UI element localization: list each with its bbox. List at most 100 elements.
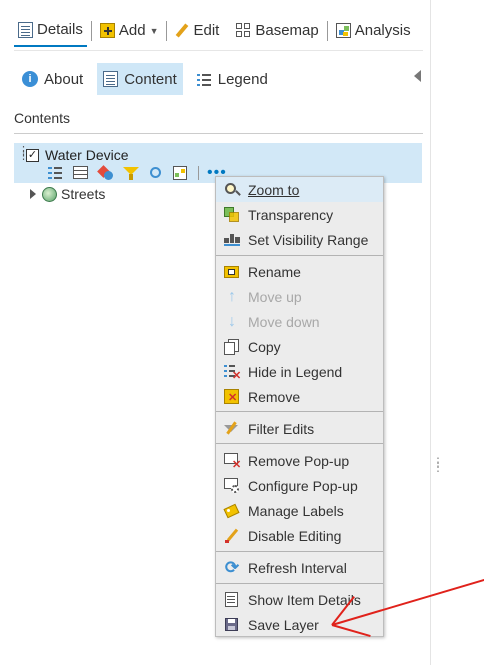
menu-item-label: Move down xyxy=(248,313,320,330)
manage-labels-icon xyxy=(223,503,240,519)
menu-item-copy[interactable]: Copy xyxy=(216,334,383,359)
tab-about[interactable]: i About xyxy=(16,63,89,95)
main-toolbar: Details Add ▼ Edit Basemap Analysis xyxy=(14,14,415,50)
legend-list-icon xyxy=(196,72,212,87)
menu-item-zoom-to[interactable]: Zoom to xyxy=(216,177,383,202)
menu-item-filter-edits[interactable]: Filter Edits xyxy=(216,416,383,441)
menu-item-label: Rename xyxy=(248,263,301,280)
change-style-icon[interactable] xyxy=(97,165,114,180)
menu-item-label: Configure Pop-up xyxy=(248,477,358,494)
toolbar-divider xyxy=(90,21,92,41)
menu-item-show-item-details[interactable]: Show Item Details xyxy=(216,587,383,612)
show-table-icon[interactable] xyxy=(73,166,89,180)
menu-item-configure-popup[interactable]: Configure Pop-up xyxy=(216,473,383,498)
refresh-icon: ⟳ xyxy=(224,557,240,577)
layer-tools: ••• xyxy=(48,165,227,181)
resize-handle-icon[interactable]: ⋮ ⋮ xyxy=(432,456,444,473)
menu-item-label: Move up xyxy=(248,288,302,305)
layer-analysis-icon[interactable] xyxy=(173,166,189,180)
menu-item-label: Zoom to xyxy=(248,181,300,198)
menu-item-move-up: ↑ Move up xyxy=(216,284,383,309)
menu-item-remove[interactable]: ✕ Remove xyxy=(216,384,383,409)
menu-item-label: Copy xyxy=(248,338,281,355)
menu-item-label: Remove xyxy=(248,388,301,405)
toolbar-divider xyxy=(326,21,328,41)
add-button[interactable]: Add ▼ xyxy=(96,14,163,47)
panel-tabs: i About Content Legend xyxy=(16,63,282,95)
menu-item-set-visibility-range[interactable]: Set Visibility Range xyxy=(216,227,383,252)
perform-analysis-icon[interactable] xyxy=(148,166,164,180)
info-icon: i xyxy=(22,71,38,87)
tab-legend[interactable]: Legend xyxy=(191,63,274,95)
visibility-range-icon xyxy=(224,232,240,248)
save-disk-icon xyxy=(224,617,240,633)
menu-item-rename[interactable]: Rename xyxy=(216,259,383,284)
menu-item-label: Refresh Interval xyxy=(248,559,347,576)
menu-item-label: Show Item Details xyxy=(248,591,361,608)
remove-icon: ✕ xyxy=(224,388,240,405)
copy-icon xyxy=(224,338,240,355)
filter-edits-icon xyxy=(224,420,240,437)
edit-button[interactable]: Edit xyxy=(171,14,223,47)
disable-editing-icon xyxy=(224,528,240,544)
menu-item-label: Filter Edits xyxy=(248,420,315,437)
menu-item-remove-popup[interactable]: ✕ Remove Pop-up xyxy=(216,448,383,473)
configure-popup-icon xyxy=(224,477,240,494)
menu-item-refresh-interval[interactable]: ⟳ Refresh Interval xyxy=(216,555,383,580)
rename-icon xyxy=(224,264,240,280)
layer-name[interactable]: Streets xyxy=(61,186,105,202)
collapse-panel-arrow-icon[interactable] xyxy=(414,70,421,82)
menu-item-label: Hide in Legend xyxy=(248,363,343,380)
menu-item-label: Disable Editing xyxy=(248,527,342,544)
tab-content-label: Content xyxy=(124,70,177,88)
toolbar-divider-line xyxy=(14,50,423,51)
menu-item-label: Set Visibility Range xyxy=(248,231,369,248)
show-legend-icon[interactable] xyxy=(48,166,64,180)
menu-divider xyxy=(216,551,383,552)
details-button[interactable]: Details xyxy=(14,14,87,47)
layer-tools-divider xyxy=(198,166,199,180)
menu-item-move-down: ↓ Move down xyxy=(216,309,383,334)
arrow-up-icon: ↑ xyxy=(228,287,236,305)
menu-item-label: Transparency xyxy=(248,206,334,223)
layer-name[interactable]: Water Device xyxy=(45,147,129,163)
tab-content[interactable]: Content xyxy=(97,63,183,95)
expand-arrow-icon[interactable] xyxy=(30,189,36,199)
tab-legend-label: Legend xyxy=(217,70,268,88)
menu-item-manage-labels[interactable]: Manage Labels xyxy=(216,498,383,523)
chevron-down-icon: ▼ xyxy=(149,25,159,36)
tab-about-label: About xyxy=(44,70,84,88)
add-label: Add xyxy=(118,22,146,39)
layer-visibility-checkbox[interactable]: ✓ xyxy=(26,149,39,162)
menu-item-label: Manage Labels xyxy=(248,502,344,519)
toolbar-divider xyxy=(166,21,168,41)
basemap-globe-icon xyxy=(42,186,57,202)
details-icon xyxy=(18,21,33,38)
add-icon xyxy=(99,23,115,38)
basemap-label: Basemap xyxy=(255,22,319,39)
menu-item-hide-in-legend[interactable]: ✕ Hide in Legend xyxy=(216,359,383,384)
zoom-to-icon xyxy=(224,182,241,198)
contents-divider xyxy=(14,133,423,134)
analysis-label: Analysis xyxy=(354,22,411,39)
analysis-button[interactable]: Analysis xyxy=(332,14,415,47)
filter-icon[interactable] xyxy=(123,166,139,180)
layer-row-streets[interactable]: Streets xyxy=(30,186,105,202)
basemap-grid-icon xyxy=(236,23,251,38)
details-label: Details xyxy=(37,21,83,38)
basemap-button[interactable]: Basemap xyxy=(232,14,322,47)
content-list-icon xyxy=(103,71,119,87)
analysis-icon xyxy=(335,23,351,38)
layer-context-menu: Zoom to Transparency Set Visibility Rang… xyxy=(215,176,384,637)
pencil-icon xyxy=(175,22,189,38)
menu-divider xyxy=(216,255,383,256)
toolbar-divider xyxy=(227,21,228,41)
contents-heading: Contents xyxy=(14,110,71,126)
menu-divider xyxy=(216,443,383,444)
remove-popup-icon: ✕ xyxy=(224,452,241,470)
menu-item-label: Remove Pop-up xyxy=(248,452,350,469)
menu-item-label: Save Layer xyxy=(248,616,319,633)
menu-item-disable-editing[interactable]: Disable Editing xyxy=(216,523,383,548)
menu-item-transparency[interactable]: Transparency xyxy=(216,202,383,227)
edit-label: Edit xyxy=(193,22,220,39)
